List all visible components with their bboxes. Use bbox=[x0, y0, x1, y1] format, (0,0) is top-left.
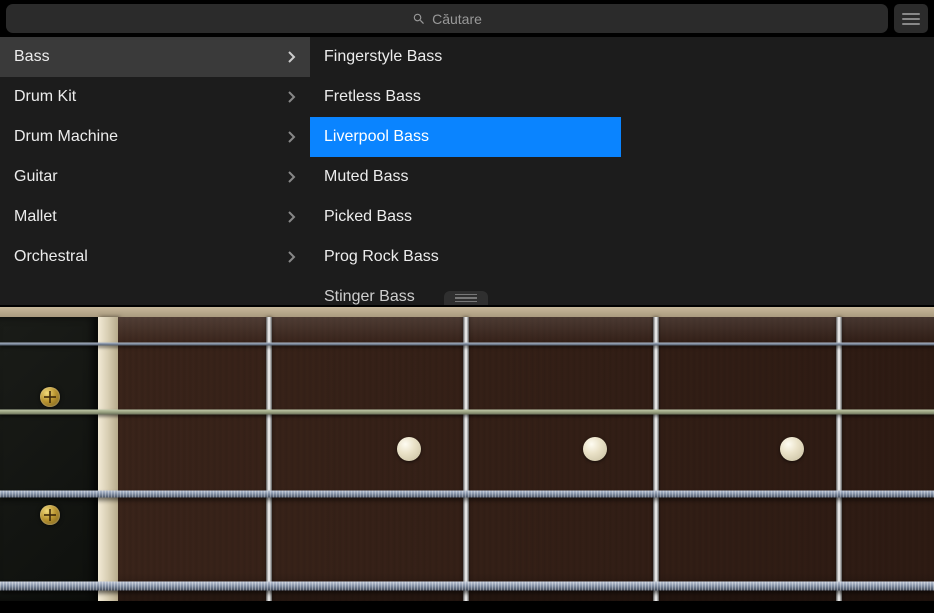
preset-label: Picked Bass bbox=[324, 208, 412, 226]
preset-item[interactable]: Muted Bass bbox=[310, 157, 621, 197]
fret bbox=[836, 317, 842, 601]
browser-empty-column bbox=[621, 37, 934, 305]
tuning-screw-icon bbox=[40, 505, 60, 525]
fret bbox=[653, 317, 659, 601]
sound-browser: Bass Drum Kit Drum Machine Guitar Mallet… bbox=[0, 37, 934, 305]
category-item-bass[interactable]: Bass bbox=[0, 37, 310, 77]
preset-item[interactable]: Fingerstyle Bass bbox=[310, 37, 621, 77]
chevron-right-icon bbox=[288, 251, 296, 263]
chevron-right-icon bbox=[288, 211, 296, 223]
bass-fretboard[interactable] bbox=[0, 305, 934, 613]
browser-resize-handle[interactable] bbox=[444, 291, 488, 305]
fret-inlay bbox=[780, 437, 804, 461]
string-g[interactable] bbox=[0, 339, 934, 349]
category-item-guitar[interactable]: Guitar bbox=[0, 157, 310, 197]
preset-list: Fingerstyle Bass Fretless Bass Liverpool… bbox=[310, 37, 621, 305]
fret bbox=[463, 317, 469, 601]
string-e[interactable] bbox=[0, 581, 934, 591]
search-input[interactable]: Căutare bbox=[6, 4, 888, 33]
preset-item[interactable]: Liverpool Bass bbox=[310, 117, 621, 157]
preset-label: Stinger Bass bbox=[324, 288, 415, 305]
chevron-right-icon bbox=[288, 91, 296, 103]
fret-inlay bbox=[397, 437, 421, 461]
category-label: Drum Kit bbox=[14, 88, 76, 106]
preset-label: Fretless Bass bbox=[324, 88, 421, 106]
category-item-drum-kit[interactable]: Drum Kit bbox=[0, 77, 310, 117]
category-label: Guitar bbox=[14, 168, 58, 186]
category-label: Mallet bbox=[14, 208, 57, 226]
chevron-right-icon bbox=[288, 171, 296, 183]
preset-item[interactable]: Prog Rock Bass bbox=[310, 237, 621, 277]
tuning-screw-icon bbox=[40, 387, 60, 407]
fretboard-wood bbox=[118, 317, 934, 601]
category-item-drum-machine[interactable]: Drum Machine bbox=[0, 117, 310, 157]
category-label: Drum Machine bbox=[14, 128, 118, 146]
search-icon bbox=[412, 12, 426, 26]
category-item-orchestral[interactable]: Orchestral bbox=[0, 237, 310, 277]
string-d[interactable] bbox=[0, 407, 934, 417]
preset-label: Prog Rock Bass bbox=[324, 248, 439, 266]
search-placeholder: Căutare bbox=[432, 11, 482, 27]
headstock bbox=[0, 317, 98, 601]
category-list: Bass Drum Kit Drum Machine Guitar Mallet… bbox=[0, 37, 310, 305]
category-label: Bass bbox=[14, 48, 50, 66]
chevron-right-icon bbox=[288, 131, 296, 143]
category-item-mallet[interactable]: Mallet bbox=[0, 197, 310, 237]
preset-label: Muted Bass bbox=[324, 168, 408, 186]
fret-inlay bbox=[583, 437, 607, 461]
preset-label: Liverpool Bass bbox=[324, 128, 429, 146]
string-a[interactable] bbox=[0, 489, 934, 499]
preset-item[interactable]: Picked Bass bbox=[310, 197, 621, 237]
fret bbox=[266, 317, 272, 601]
menu-button[interactable] bbox=[894, 4, 928, 33]
preset-item[interactable]: Fretless Bass bbox=[310, 77, 621, 117]
nut bbox=[98, 317, 118, 601]
category-label: Orchestral bbox=[14, 248, 88, 266]
chevron-right-icon bbox=[288, 51, 296, 63]
preset-label: Fingerstyle Bass bbox=[324, 48, 442, 66]
